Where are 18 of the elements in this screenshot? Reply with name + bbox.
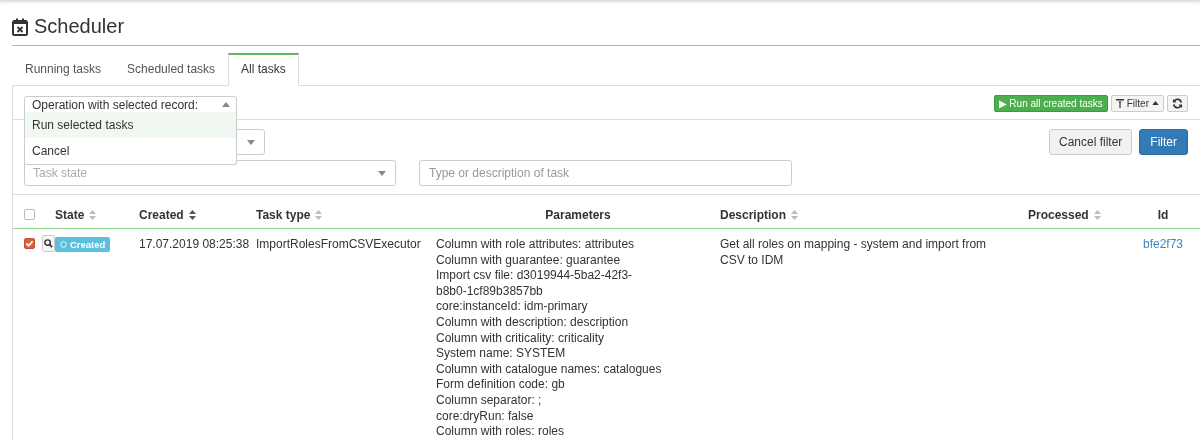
parameter-text: Column separator: ; — [436, 392, 542, 409]
parameter-text: Column with criticality: criticality — [436, 330, 605, 347]
parameter-text: System name: SYSTEM — [436, 346, 566, 362]
table-cell-text: ImportRolesFromCSVExecutor — [256, 237, 422, 253]
table-cell-text: Get all roles on mapping - system and import from CSV to IDM — [720, 237, 988, 269]
parameter-text: Form definition code: gb — [436, 377, 565, 393]
table-cell-text: 17.07.2019 08:25:38 — [139, 237, 251, 253]
parameter-text: core:instanceId: idm-primary — [436, 299, 588, 315]
state-badge: Created — [55, 237, 111, 252]
page-title: Scheduler — [34, 15, 125, 37]
parameter-text: Column with roles: roles — [436, 424, 565, 440]
column-header: Parameters — [545, 208, 611, 222]
parameter-text: Column with role attributes: attributes — [436, 237, 635, 253]
parameter-text: core:dryRun: false — [436, 408, 534, 425]
parameter-text: Column with guarantee: guarantee — [436, 252, 621, 269]
parameter-text: Column with catalogue names: catalogues — [436, 361, 662, 378]
column-header: Id — [1157, 208, 1169, 222]
parameter-text: Column with description: description — [436, 314, 629, 331]
